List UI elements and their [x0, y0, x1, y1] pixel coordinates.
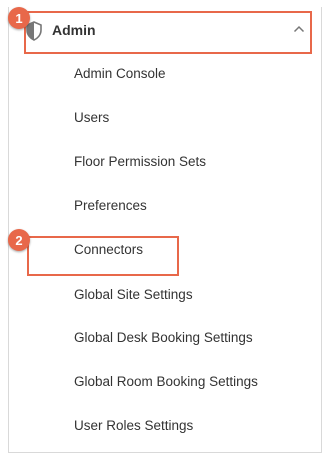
menu-item-global-desk-booking-settings[interactable]: Global Desk Booking Settings — [74, 328, 253, 348]
menu-item-user-roles-settings[interactable]: User Roles Settings — [74, 416, 193, 436]
menu-item-admin-console[interactable]: Admin Console — [74, 64, 166, 84]
admin-menu-screenshot: Admin Admin Console Users Floor Permissi… — [0, 0, 328, 460]
step-badge-2: 2 — [8, 229, 30, 251]
menu-item-global-site-settings[interactable]: Global Site Settings — [74, 285, 193, 305]
step-badge-1: 1 — [8, 7, 30, 29]
menu-item-preferences[interactable]: Preferences — [74, 196, 147, 216]
menu-item-global-room-booking-settings[interactable]: Global Room Booking Settings — [74, 372, 258, 392]
highlight-box-connectors — [27, 236, 179, 276]
highlight-box-admin — [24, 11, 312, 54]
menu-item-users[interactable]: Users — [74, 108, 109, 128]
menu-item-floor-permission-sets[interactable]: Floor Permission Sets — [74, 152, 206, 172]
